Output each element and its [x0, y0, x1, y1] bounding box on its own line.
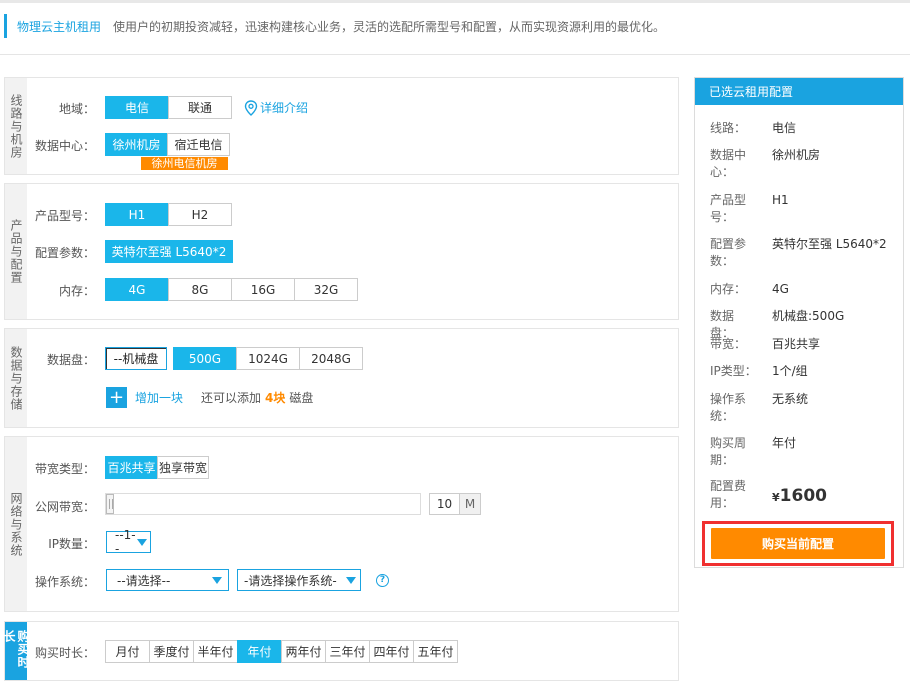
add-disk-icon[interactable]: + [106, 387, 127, 408]
ip-count-label: IP数量： [48, 537, 95, 551]
period-option-yearly[interactable]: 年付 [237, 640, 282, 663]
section-product-config: 产品与配置 产品型号： H1 H2 配置参数： 英特尔至强 L5640*2 内存… [4, 183, 679, 320]
section-line-datacenter: 线路与机房 地域： 电信 联通 详细介绍 数据中心： 徐州机房 宿迁电信 徐州电… [4, 77, 679, 175]
page-description: 使用户的初期投资减轻，迅速构建核心业务，灵活的选配所需型号和配置，从而实现资源利… [113, 19, 666, 34]
period-option-3years[interactable]: 三年付 [325, 640, 370, 663]
spec-selector: 英特尔至强 L5640*2 [105, 240, 233, 263]
section-network-system: 网络与系统 带宽类型： 百兆共享 独享带宽 公网带宽： 10 M IP数量： -… [4, 436, 679, 612]
page-header: 物理云主机租用 使用户的初期投资减轻，迅速构建核心业务，灵活的选配所需型号和配置… [4, 14, 665, 38]
location-pin-icon [244, 99, 258, 116]
page-title: 物理云主机租用 [17, 19, 102, 34]
chevron-down-icon [137, 538, 147, 546]
bandwidth-slider-handle[interactable] [106, 494, 114, 514]
memory-option-4g[interactable]: 4G [105, 278, 169, 301]
chevron-down-icon [346, 576, 356, 584]
detail-link[interactable]: 详细介绍 [244, 99, 308, 116]
help-icon[interactable]: ? [376, 573, 389, 587]
model-option-h1[interactable]: H1 [105, 203, 169, 226]
spec-option-l5640[interactable]: 英特尔至强 L5640*2 [105, 240, 233, 263]
os-type-select[interactable]: --请选择-- [106, 569, 229, 591]
disk-option-500g[interactable]: 500G [173, 347, 237, 370]
bandwidth-type-label: 带宽类型： [34, 462, 95, 476]
disk-hint-count: 4块 [265, 391, 286, 405]
memory-option-32g[interactable]: 32G [294, 278, 358, 301]
section-side-label: 线路与机房 [5, 78, 27, 174]
datacenter-selector: 徐州机房 宿迁电信 [105, 133, 230, 156]
model-label: 产品型号： [34, 209, 95, 223]
ip-count-select[interactable]: --1-- [106, 528, 151, 556]
buy-current-config-button[interactable]: 购买当前配置 [711, 528, 885, 559]
disk-option-2048g[interactable]: 2048G [299, 347, 363, 370]
disk-size-selector: 500G 1024G 2048G [173, 347, 363, 370]
top-border [0, 0, 910, 3]
os-label: 操作系统： [34, 575, 95, 589]
disk-option-1024g[interactable]: 1024G [236, 347, 300, 370]
section-purchase-period: 购买时长 购买时长： 月付 季度付 半年付 年付 两年付 三年付 四年付 五年付 [2, 621, 679, 681]
period-option-4years[interactable]: 四年付 [369, 640, 414, 663]
section-side-label: 网络与系统 [5, 437, 27, 611]
period-option-2years[interactable]: 两年付 [281, 640, 326, 663]
memory-option-8g[interactable]: 8G [168, 278, 232, 301]
header-divider [0, 54, 910, 55]
spec-label: 配置参数： [34, 246, 95, 260]
region-option-telecom[interactable]: 电信 [105, 96, 169, 119]
memory-selector: 4G 8G 16G 32G [105, 278, 358, 301]
model-selector: H1 H2 [105, 203, 232, 226]
section-side-label: 产品与配置 [5, 184, 27, 319]
section-side-label: 购买时长 [2, 622, 30, 680]
public-bandwidth-label: 公网带宽： [34, 500, 95, 514]
disk-hint-suffix: 磁盘 [289, 391, 314, 405]
datacenter-option-xuzhou[interactable]: 徐州机房 [105, 133, 168, 156]
bandwidth-unit: M [459, 493, 481, 515]
chevron-down-icon [212, 576, 222, 584]
datacenter-badge: 徐州电信机房 [141, 157, 228, 170]
region-selector: 电信 联通 [105, 96, 232, 119]
disk-label: 数据盘： [46, 353, 95, 367]
add-disk-button[interactable]: 增加一块 [135, 389, 183, 406]
region-label: 地域： [58, 102, 95, 116]
period-selector: 月付 季度付 半年付 年付 两年付 三年付 四年付 五年付 [105, 640, 458, 663]
os-version-select[interactable]: -请选择操作系统- [237, 569, 361, 591]
summary-price: ¥1600 [772, 486, 827, 506]
bandwidth-option-shared[interactable]: 百兆共享 [105, 456, 158, 479]
memory-option-16g[interactable]: 16G [231, 278, 295, 301]
memory-label: 内存： [58, 284, 95, 298]
section-side-label: 数据与存储 [5, 329, 27, 427]
bandwidth-type-selector: 百兆共享 独享带宽 [105, 456, 209, 479]
period-option-monthly[interactable]: 月付 [105, 640, 150, 663]
model-option-h2[interactable]: H2 [168, 203, 232, 226]
bandwidth-value[interactable]: 10 [429, 493, 460, 515]
datacenter-option-suqian[interactable]: 宿迁电信 [167, 133, 230, 156]
period-option-quarterly[interactable]: 季度付 [149, 640, 194, 663]
buy-button-highlight: 购买当前配置 [702, 521, 894, 566]
disk-hint-prefix: 还可以添加 [201, 391, 262, 405]
summary-panel: 已选云租用配置 线路： 电信 数据中心： 徐州机房 产品型号： H1 配置参数： 英特尔… [694, 77, 904, 568]
section-data-storage: 数据与存储 数据盘： --机械盘 500G 1024G 2048G + 增加一块… [4, 328, 679, 428]
period-option-5years[interactable]: 五年付 [413, 640, 458, 663]
region-option-unicom[interactable]: 联通 [168, 96, 232, 119]
datacenter-label: 数据中心： [34, 139, 95, 153]
disk-type-select[interactable]: --机械盘 [105, 347, 167, 370]
bandwidth-slider[interactable] [105, 493, 421, 515]
summary-title: 已选云租用配置 [695, 78, 903, 105]
bandwidth-option-dedicated[interactable]: 独享带宽 [157, 456, 209, 479]
period-label: 购买时长： [34, 646, 95, 660]
period-option-halfyear[interactable]: 半年付 [193, 640, 238, 663]
